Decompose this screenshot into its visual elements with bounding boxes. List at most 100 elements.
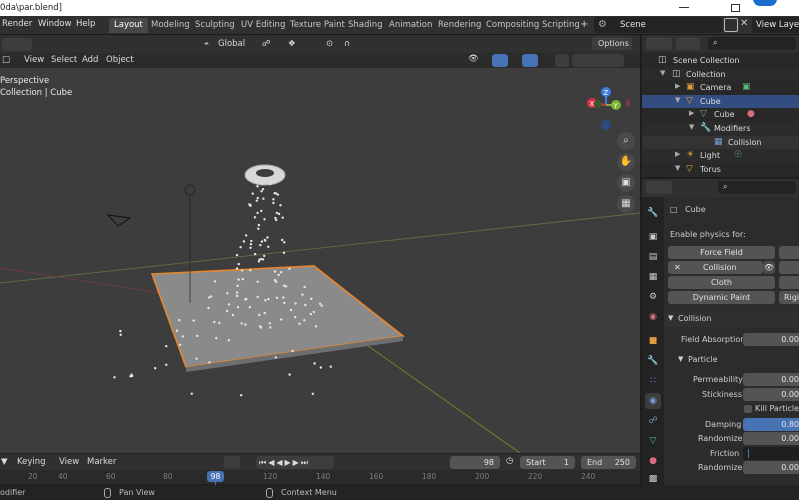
current-frame-field[interactable]: 98 bbox=[450, 456, 500, 469]
outliner-row-cube[interactable]: ▼ ▽ Cube bbox=[642, 94, 799, 109]
light-data-icon[interactable]: ☉ bbox=[734, 150, 742, 160]
collision-visibility-icon[interactable]: 👁 bbox=[763, 261, 775, 274]
outliner-editor-type[interactable] bbox=[646, 37, 672, 50]
pivot-icon[interactable]: ☍ bbox=[262, 39, 271, 49]
scene-selector[interactable]: ⚙ Scene bbox=[594, 17, 722, 33]
tab-uv-editing[interactable]: UV Editing bbox=[236, 18, 290, 33]
particles-tab-icon[interactable]: ∷ bbox=[645, 373, 661, 389]
outliner-row-collection[interactable]: ▼ ◫ Collection bbox=[642, 67, 799, 82]
chevron-down-icon[interactable]: ▼ bbox=[689, 123, 694, 131]
tab-shading[interactable]: Shading bbox=[343, 18, 388, 33]
outliner-row-scene-collection[interactable]: ◫ Scene Collection bbox=[642, 54, 799, 68]
visibility-icon[interactable]: 👁 bbox=[468, 54, 479, 64]
properties-search-input[interactable]: ⌕ bbox=[718, 181, 796, 194]
friction-randomize-field[interactable]: 0.00 bbox=[743, 461, 799, 474]
menu-window[interactable]: Window bbox=[38, 19, 72, 29]
minimize-button[interactable] bbox=[675, 1, 695, 15]
field-absorption-field[interactable]: 0.00 bbox=[743, 333, 799, 346]
pan-hand-icon[interactable]: ✋ bbox=[617, 153, 635, 171]
object-tab-icon[interactable]: ■ bbox=[645, 333, 661, 349]
menu-select[interactable]: Select bbox=[51, 55, 77, 65]
chevron-down-icon[interactable]: ▼ bbox=[660, 69, 665, 77]
tab-compositing[interactable]: Compositing bbox=[481, 18, 544, 33]
smoke-button[interactable] bbox=[779, 261, 799, 274]
ortho-grid-icon[interactable]: ▦ bbox=[617, 195, 635, 213]
start-frame-field[interactable]: Start 1 bbox=[520, 456, 575, 469]
delete-scene-icon[interactable]: ✕ bbox=[740, 18, 752, 32]
menu-add[interactable]: Add bbox=[82, 55, 98, 65]
rigid-body-button[interactable]: Rigi bbox=[779, 291, 799, 304]
chevron-right-icon[interactable]: ▶ bbox=[675, 82, 680, 90]
timeline-ruler[interactable]: 20 40 60 80 120 140 160 180 200 220 240 bbox=[0, 470, 640, 484]
outliner-search-input[interactable]: ⌕ bbox=[708, 37, 796, 50]
force-field-button[interactable]: Force Field bbox=[668, 246, 775, 259]
xray-toggle[interactable] bbox=[555, 54, 569, 67]
menu-object[interactable]: Object bbox=[106, 55, 134, 65]
material-tab-icon[interactable]: ● bbox=[645, 453, 661, 469]
collision-button[interactable]: ✕ Collision bbox=[668, 261, 763, 274]
modifier-tab-icon[interactable]: 🔧 bbox=[645, 353, 661, 369]
data-tab-icon[interactable]: ▽ bbox=[645, 433, 661, 449]
timeline-editor-icon[interactable]: ▼ bbox=[1, 457, 8, 467]
gizmo-toggle[interactable] bbox=[492, 54, 508, 67]
options-button[interactable]: Options bbox=[592, 37, 632, 50]
damping-randomize-field[interactable]: 0.00 bbox=[743, 432, 799, 445]
end-frame-field[interactable]: End 250 bbox=[581, 456, 636, 469]
tab-texture-paint[interactable]: Texture Paint bbox=[285, 18, 350, 33]
dynamic-paint-button[interactable]: Dynamic Paint bbox=[668, 291, 775, 304]
cloth-button[interactable]: Cloth bbox=[668, 276, 775, 289]
outliner-row-cube-mesh[interactable]: ▶ ▽ Cube ● bbox=[642, 108, 799, 122]
tab-rendering[interactable]: Rendering bbox=[433, 18, 486, 33]
damping-field[interactable]: 0.80 bbox=[743, 418, 799, 431]
tab-layout[interactable]: Layout bbox=[109, 18, 148, 33]
transform-orientation[interactable]: Global bbox=[218, 39, 245, 49]
navigation-gizmo[interactable]: Z Y X bbox=[580, 86, 630, 136]
falloff-icon[interactable]: ∩ bbox=[344, 39, 350, 49]
particle-subpanel-header[interactable]: ▼ Particle bbox=[664, 352, 799, 368]
stickiness-field[interactable]: 0.00 bbox=[743, 388, 799, 401]
select-mode-buttons[interactable] bbox=[2, 38, 32, 51]
maximize-button[interactable] bbox=[727, 1, 747, 15]
permeability-field[interactable]: 0.00 bbox=[743, 373, 799, 386]
tab-scripting[interactable]: Scripting bbox=[537, 18, 585, 33]
camera-data-icon[interactable]: ▣ bbox=[742, 82, 751, 92]
chevron-right-icon[interactable]: ▶ bbox=[689, 109, 694, 117]
collision-panel-header[interactable]: ▼ Collision bbox=[664, 311, 799, 327]
playhead-frame[interactable]: 98 bbox=[207, 471, 224, 482]
output-tab-icon[interactable]: ▤ bbox=[645, 249, 661, 265]
texture-tab-icon[interactable]: ▩ bbox=[645, 471, 661, 487]
menu-timeline-view[interactable]: View bbox=[59, 457, 79, 467]
chevron-down-icon[interactable]: ▼ bbox=[675, 96, 680, 104]
constraints-tab-icon[interactable]: ☍ bbox=[645, 413, 661, 429]
menu-help[interactable]: Help bbox=[76, 19, 95, 29]
outliner-row-collision[interactable]: ▦ Collision bbox=[642, 135, 799, 150]
3d-viewport[interactable]: Perspective Collection | Cube Z Y X ⌕ ✋ … bbox=[0, 68, 640, 453]
overlay-toggle[interactable] bbox=[522, 54, 538, 67]
menu-view[interactable]: View bbox=[24, 55, 44, 65]
playback-controls[interactable]: ⏮◀◀▶▶⏭ bbox=[256, 456, 334, 469]
chevron-down-icon[interactable]: ▼ bbox=[675, 164, 680, 172]
outliner-display-mode[interactable] bbox=[676, 37, 700, 50]
world-tab-icon[interactable]: ◉ bbox=[645, 309, 661, 325]
render-tab-icon[interactable]: ▣ bbox=[645, 229, 661, 245]
outliner-row-modifiers[interactable]: ▼ 🔧 Modifiers bbox=[642, 122, 799, 136]
record-toggle[interactable] bbox=[224, 456, 240, 469]
fluid-button[interactable] bbox=[779, 246, 799, 259]
chevron-right-icon[interactable]: ▶ bbox=[675, 150, 680, 158]
timer-icon[interactable]: ◷ bbox=[506, 456, 513, 466]
menu-marker[interactable]: Marker bbox=[87, 457, 116, 467]
menu-keying[interactable]: Keying bbox=[17, 457, 46, 467]
tool-tab-icon[interactable]: 🔧 bbox=[645, 205, 661, 221]
kill-particles-checkbox[interactable] bbox=[744, 405, 752, 413]
outliner-row-light[interactable]: ▶ ☀ Light ☉ bbox=[642, 149, 799, 163]
snap-icon[interactable]: ❖ bbox=[288, 39, 296, 49]
properties-editor-type[interactable] bbox=[646, 181, 672, 194]
camera-view-icon[interactable]: ▣ bbox=[617, 174, 635, 192]
close-button[interactable] bbox=[753, 0, 799, 16]
add-workspace-icon[interactable]: + bbox=[580, 19, 588, 30]
scene-tab-icon[interactable]: ⚙ bbox=[645, 289, 661, 305]
editor-type-icon[interactable]: □ bbox=[2, 55, 10, 65]
tab-sculpting[interactable]: Sculpting bbox=[190, 18, 240, 33]
new-scene-icon[interactable] bbox=[724, 18, 738, 32]
view-layer-selector[interactable]: View Layer bbox=[752, 17, 799, 33]
